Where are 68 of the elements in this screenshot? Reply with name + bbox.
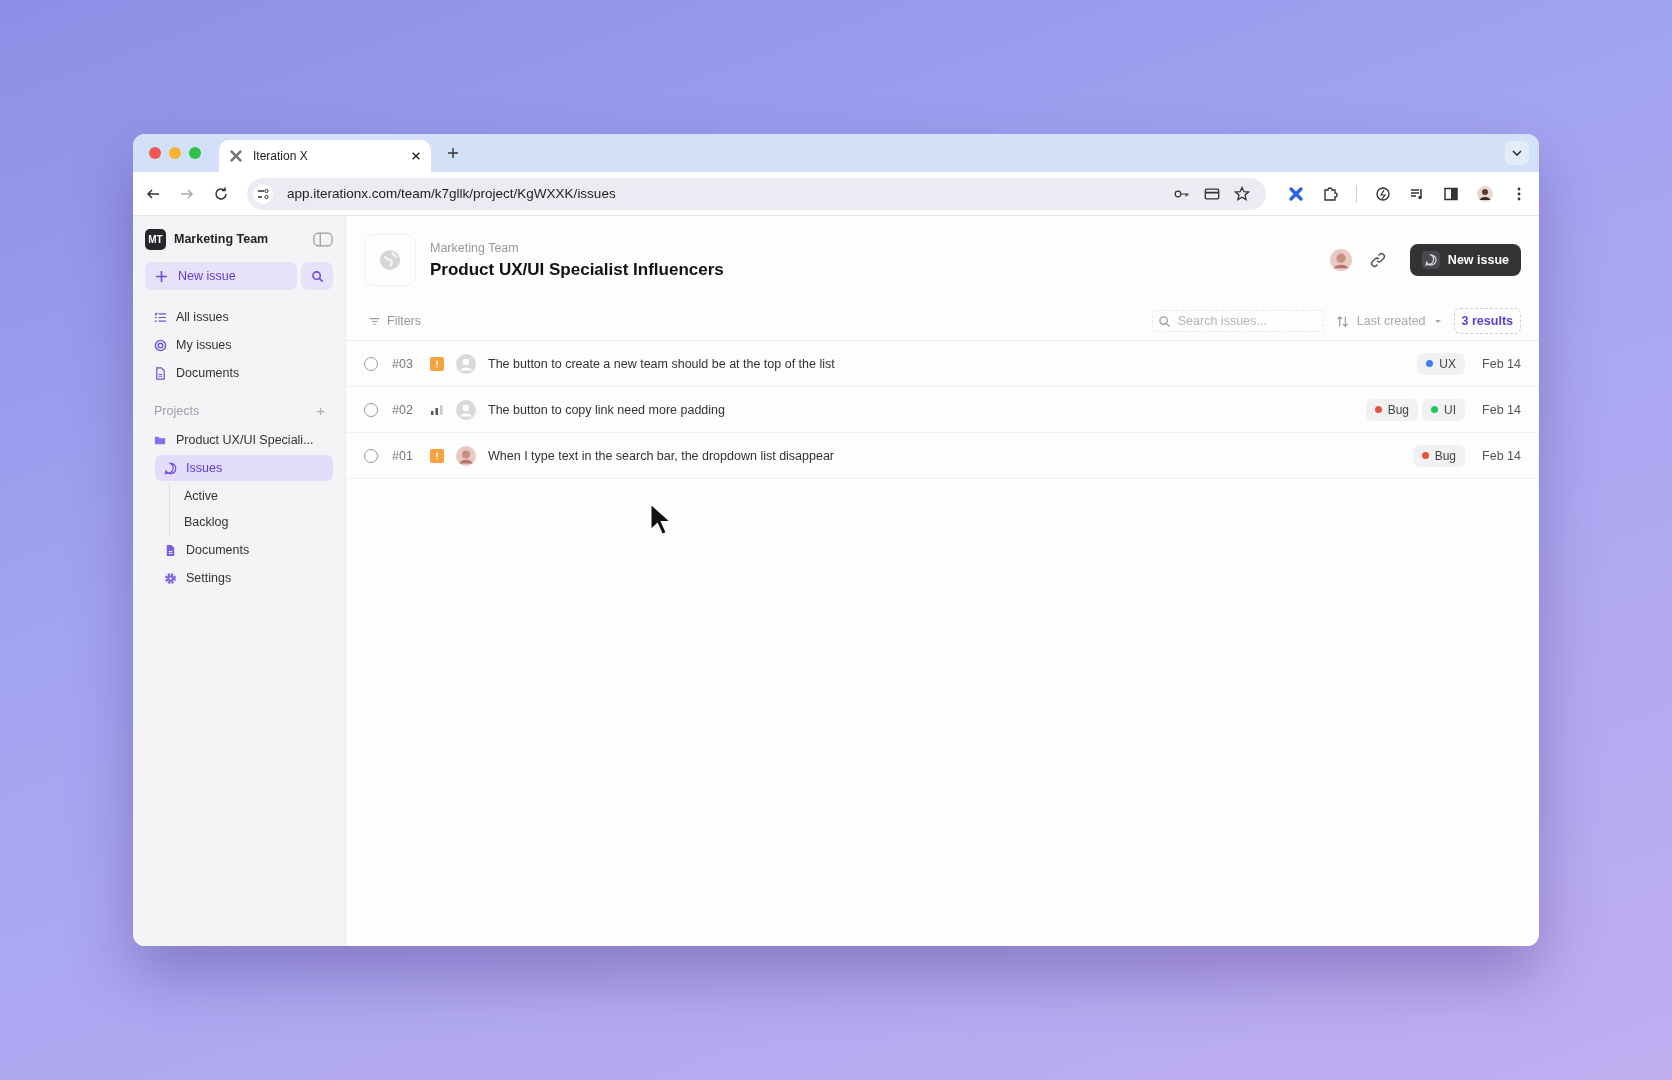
document-icon <box>154 366 167 380</box>
issue-row[interactable]: #02 The button to copy link need more padding Bug UI Feb 14 <box>346 387 1539 433</box>
caret-icon <box>1433 317 1442 325</box>
document-icon <box>164 543 177 557</box>
nav-item[interactable]: All issues <box>145 304 333 330</box>
urgent-priority-icon <box>430 356 444 371</box>
urgent-priority-icon <box>430 448 444 463</box>
app-logo-icon <box>229 149 243 163</box>
profile-avatar-icon[interactable] <box>1477 185 1493 202</box>
nav-item[interactable]: Issues <box>155 455 333 481</box>
nav-item[interactable]: Active <box>170 483 333 509</box>
priority-bars-icon <box>430 402 444 417</box>
team-badge: MT <box>145 228 166 250</box>
sidebar-toggle-icon[interactable] <box>313 231 333 247</box>
nav-item[interactable]: Documents <box>145 360 333 386</box>
nav-item[interactable]: Documents <box>155 537 333 563</box>
chevron-down-icon[interactable] <box>1505 141 1529 165</box>
search-icon <box>1157 315 1171 328</box>
issue-id: #01 <box>392 448 414 463</box>
plus-icon <box>155 269 168 283</box>
issue-id: #02 <box>392 402 414 417</box>
assignee-avatar-icon[interactable] <box>456 445 476 466</box>
checklist-icon <box>154 310 167 324</box>
project-icon <box>364 234 416 286</box>
project-item[interactable]: Product UX/UI Speciali... <box>145 427 333 453</box>
results-count: 3 results <box>1453 308 1521 334</box>
team-label: Marketing Team <box>430 240 520 255</box>
search-button[interactable] <box>301 262 333 290</box>
sort-icon <box>1335 314 1349 328</box>
close-window-icon[interactable] <box>149 147 161 159</box>
tag-label: Bug <box>1434 448 1456 463</box>
search-field[interactable]: Search issues... <box>1151 310 1324 332</box>
issue-row[interactable]: #01 When I type text in the search bar, the dropdown list disappear Bug Feb 14 <box>346 433 1539 479</box>
side-panel-icon[interactable] <box>1443 185 1459 202</box>
issue-title: When I type text in the search bar, the dropdown list disappear <box>488 448 835 463</box>
section-heading: Projects <box>154 403 200 418</box>
nav-item[interactable]: My issues <box>145 332 333 358</box>
new-tab-icon[interactable] <box>447 147 459 159</box>
close-icon[interactable] <box>411 151 421 161</box>
new-issue-button[interactable]: New issue <box>1409 244 1521 276</box>
tag-label: UX <box>1439 356 1456 371</box>
avatar-icon[interactable] <box>1329 249 1352 271</box>
extension-logo-icon[interactable] <box>1288 185 1304 202</box>
issue-date: Feb 14 <box>1481 402 1521 417</box>
issue-date: Feb 14 <box>1481 448 1521 463</box>
nav-item[interactable]: Settings <box>155 565 333 591</box>
issue-title: The button to create a new team should be at the top of the list <box>488 356 835 371</box>
target-icon <box>154 338 167 352</box>
team-name[interactable]: Marketing Team <box>174 232 305 246</box>
issue-date: Feb 14 <box>1481 356 1521 371</box>
new-issue-button[interactable]: New issue <box>145 262 297 290</box>
tag-label: UI <box>1444 402 1456 417</box>
search-icon <box>310 269 324 283</box>
reload-icon[interactable] <box>213 185 229 202</box>
tag-label: Bug <box>1387 402 1409 417</box>
settings-icon <box>164 571 177 585</box>
address-bar[interactable]: app.iterationx.com/team/k7gllk/project/KgWXXK/issues <box>247 177 1266 210</box>
link-icon[interactable] <box>1369 252 1386 268</box>
issue-title: The button to copy link need more padding <box>488 402 725 417</box>
issue-id: #03 <box>392 356 414 371</box>
issue-row[interactable]: #03 The button to create a new team should be at the top of the list UX Feb 14 <box>346 341 1539 387</box>
site-settings-icon[interactable] <box>253 183 273 204</box>
nav-item[interactable]: Backlog <box>170 509 333 535</box>
browser-tab[interactable]: Iteration X <box>219 140 431 172</box>
star-icon[interactable] <box>1234 185 1250 202</box>
card-icon[interactable] <box>1204 185 1220 202</box>
project-title: Product UX/UI Specialist Influencers <box>430 259 724 280</box>
puzzle-icon[interactable] <box>1322 185 1338 202</box>
